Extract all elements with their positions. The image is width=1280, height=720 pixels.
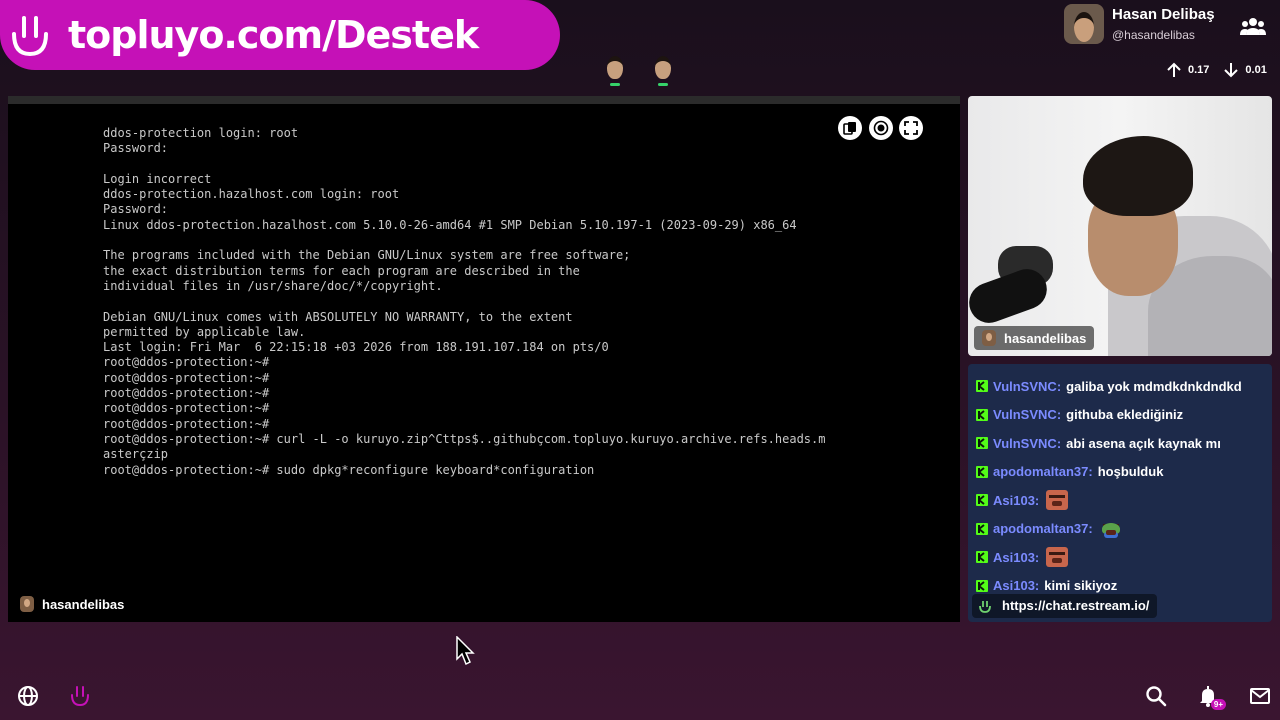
chat-username[interactable]: Asi103 [993, 550, 1035, 565]
mail-icon[interactable] [1248, 684, 1272, 708]
chat-text: githuba eklediğiniz [1066, 407, 1184, 423]
screen-share-panel[interactable]: ddos-protection login: root Password: Lo… [8, 96, 960, 622]
terminal-line: permitted by applicable law. [103, 324, 306, 339]
terminal-output: ddos-protection login: root Password: Lo… [103, 126, 825, 478]
chat-message: apodomaltan37: hoşbulduk [976, 458, 1272, 487]
terminal-line: ddos-protection login: root [103, 126, 299, 140]
terminal-line: ddos-protection.hazalhost.com login: roo… [103, 187, 400, 202]
terminal-line: root@ddos-protection:~# [103, 370, 270, 385]
avatar [982, 330, 996, 346]
terminal-line: Login incorrect [103, 171, 212, 186]
user-profile[interactable]: Hasan Delibaş @hasandelibas [1064, 4, 1280, 48]
chat-username[interactable]: Asi103 [993, 493, 1035, 508]
avatar[interactable] [1064, 4, 1104, 44]
terminal-line: root@ddos-protection:~# curl -L -o kuruy… [103, 431, 826, 446]
profile-name: Hasan Delibaş [1112, 6, 1215, 23]
chat-message: apodomaltan37: [976, 515, 1272, 544]
chat-message: VulnSVNC: abi asena açık kaynak mı [976, 429, 1272, 458]
chat-username[interactable]: apodomaltan37 [993, 464, 1088, 479]
topluyo-logo-icon[interactable] [68, 684, 92, 708]
download-value: 0.01 [1245, 64, 1267, 76]
kick-icon [976, 494, 988, 507]
terminal-line: root@ddos-protection:~# [103, 401, 270, 416]
kick-icon [976, 579, 988, 592]
chat-username[interactable]: apodomaltan37 [993, 521, 1088, 536]
angry-face-emote-icon [1046, 547, 1069, 568]
profile-handle: @hasandelibas [1112, 28, 1195, 42]
chat-message-list: VulnSVNC: galiba yok mdmdkdnkdndkd VulnSVN… [968, 364, 1272, 600]
globe-icon[interactable] [16, 684, 40, 708]
chat-username[interactable]: VulnSVNC [993, 379, 1057, 394]
chat-message: VulnSVNC: githuba eklediğiniz [976, 401, 1272, 430]
chat-text: galiba yok mdmdkdnkdndkd [1066, 378, 1242, 394]
terminal-line: Last login: Fri Mar 6 22:15:18 +03 2026 … [103, 340, 609, 355]
terminal-line: asterçzip [103, 447, 169, 462]
chat-username[interactable]: Asi103 [993, 578, 1035, 593]
chat-message: Asi103: [976, 486, 1272, 515]
terminal-line: individual files in /usr/share/doc/*/cop… [103, 278, 443, 293]
kick-icon [976, 551, 988, 564]
chat-panel[interactable]: VulnSVNC: galiba yok mdmdkdnkdndkd VulnSVN… [968, 364, 1272, 622]
notification-badge: 9+ [1210, 699, 1226, 710]
chat-message: VulnSVNC: galiba yok mdmdkdnkdndkd [976, 372, 1272, 401]
webcam-panel[interactable]: hasandelibas [968, 96, 1272, 356]
people-icon[interactable] [1240, 16, 1266, 36]
fullscreen-icon[interactable] [899, 116, 923, 140]
chat-text: kimi sikiyoz [1044, 578, 1118, 594]
arrow-down-icon [1224, 63, 1239, 78]
topluyo-logo-icon [0, 0, 60, 70]
copy-icon[interactable] [838, 116, 862, 140]
search-icon[interactable] [1144, 684, 1168, 708]
chat-username[interactable]: VulnSVNC [993, 436, 1057, 451]
restream-icon [979, 600, 991, 613]
kick-icon [976, 408, 988, 421]
record-icon[interactable] [869, 116, 893, 140]
terminal-line: Debian GNU/Linux comes with ABSOLUTELY N… [103, 309, 573, 324]
viewer-avatar[interactable] [604, 56, 626, 86]
bottom-right-bar: 9+ [1144, 684, 1272, 710]
chat-text: abi asena açık kaynak mı [1066, 435, 1221, 451]
chat-text: hoşbulduk [1097, 464, 1164, 480]
kick-icon [976, 380, 988, 393]
terminal-line: the exact distribution terms for each pr… [103, 263, 580, 278]
kick-icon [976, 437, 988, 450]
upload-value: 0.17 [1188, 64, 1210, 76]
pepe-emote-icon [1100, 519, 1122, 539]
arrow-up-icon [1167, 62, 1181, 77]
support-banner[interactable]: topluyo.com/Destek [0, 0, 560, 70]
chat-username[interactable]: VulnSVNC [993, 407, 1057, 422]
viewer-avatar[interactable] [652, 56, 674, 86]
bandwidth-stats: 0.17 0.01 [1166, 62, 1267, 78]
terminal-line: Linux ddos-protection.hazalhost.com 5.10… [103, 217, 797, 232]
kick-icon [976, 465, 988, 478]
mouse-cursor-icon [456, 636, 475, 666]
terminal-line: root@ddos-protection:~# [103, 416, 270, 431]
bottom-left-bar [16, 684, 92, 708]
notifications-button[interactable]: 9+ [1196, 684, 1226, 710]
banner-text: topluyo.com/Destek [68, 13, 479, 57]
terminal-line: root@ddos-protection:~# [103, 386, 270, 401]
terminal-line: root@ddos-protection:~# [103, 355, 270, 370]
screen-streamer-tag: hasandelibas [20, 596, 124, 612]
chat-source-link[interactable]: https://chat.restream.io/ [972, 594, 1158, 618]
terminal-line: Password: [103, 202, 169, 217]
kick-icon [976, 522, 988, 535]
angry-face-emote-icon [1046, 490, 1069, 511]
terminal-line: The programs included with the Debian GN… [103, 248, 631, 263]
terminal-line: Password: [103, 141, 169, 156]
streamer-name: hasandelibas [1004, 330, 1087, 346]
streamer-name: hasandelibas [42, 596, 125, 612]
chat-message: Asi103: [976, 543, 1272, 572]
avatar [20, 596, 34, 612]
chat-link-text: https://chat.restream.io/ [1002, 598, 1150, 613]
viewer-avatars [604, 56, 674, 86]
cam-streamer-tag: hasandelibas [974, 326, 1095, 350]
terminal-line: root@ddos-protection:~# sudo dpkg*reconf… [103, 462, 595, 477]
